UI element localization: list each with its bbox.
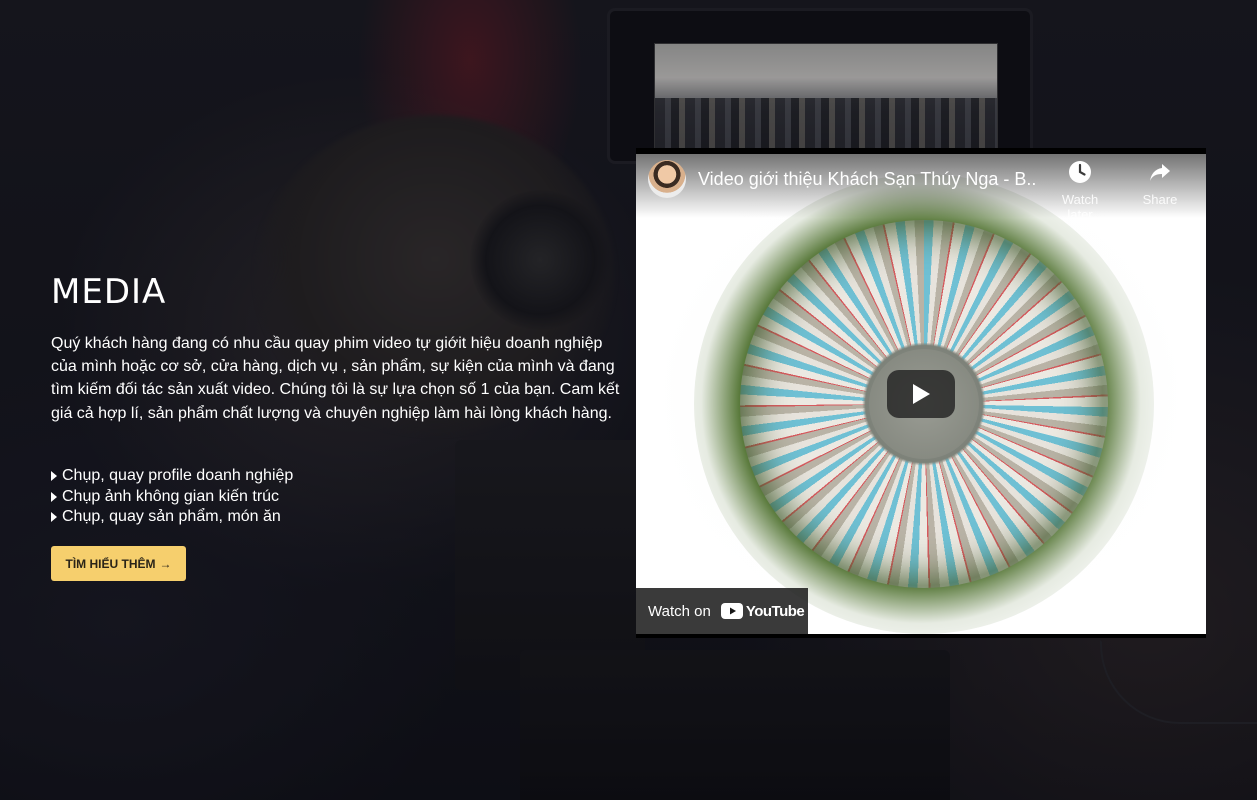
caret-right-icon <box>51 512 57 523</box>
feature-item: Chụp, quay sản phẩm, món ăn <box>51 507 293 528</box>
feature-item-label: Chụp, quay profile doanh nghiệp <box>62 467 294 484</box>
caret-right-icon <box>51 471 57 482</box>
watch-later-label: Watch later <box>1061 192 1099 222</box>
video-title[interactable]: Video giới thiệu Khách Sạn Thúy Nga - B.… <box>698 169 1038 190</box>
feature-item-label: Chụp, quay sản phẩm, món ăn <box>62 508 281 525</box>
youtube-embed[interactable]: Video giới thiệu Khách Sạn Thúy Nga - B.… <box>636 148 1206 638</box>
watch-on-label: Watch on <box>648 602 711 620</box>
feature-item: Chụp, quay profile doanh nghiệp <box>51 466 293 487</box>
section-description: Quý khách hàng đang có nhu cầu quay phim… <box>51 335 620 422</box>
share-label: Share <box>1142 192 1178 207</box>
feature-list: Chụp, quay profile doanh nghiệp Chụp ảnh… <box>51 466 293 528</box>
clock-icon <box>1069 161 1091 183</box>
youtube-wordmark: YouTube <box>745 602 805 620</box>
caret-right-icon <box>51 491 57 502</box>
watch-later-button[interactable]: Watch later <box>1050 160 1110 222</box>
youtube-logo-icon: YouTube <box>720 602 805 620</box>
play-button[interactable] <box>887 370 955 418</box>
channel-avatar[interactable] <box>648 160 686 198</box>
feature-item-label: Chụp ảnh không gian kiến trúc <box>62 487 280 505</box>
share-arrow-icon <box>1150 164 1170 181</box>
play-icon <box>913 384 930 404</box>
section-title: MEDIA <box>51 272 167 312</box>
feature-item: Chụp ảnh không gian kiến trúc <box>51 487 293 508</box>
learn-more-button[interactable]: TÌM HIỂU THÊM → <box>51 546 186 581</box>
video-thumbnail[interactable]: Video giới thiệu Khách Sạn Thúy Nga - B.… <box>636 154 1206 634</box>
learn-more-label: TÌM HIỂU THÊM <box>65 556 156 571</box>
arrow-right-icon: → <box>159 556 172 571</box>
video-top-bar: Video giới thiệu Khách Sạn Thúy Nga - B.… <box>636 154 1206 222</box>
watch-on-youtube-button[interactable]: Watch on YouTube <box>636 588 808 634</box>
share-button[interactable]: Share <box>1130 160 1190 207</box>
